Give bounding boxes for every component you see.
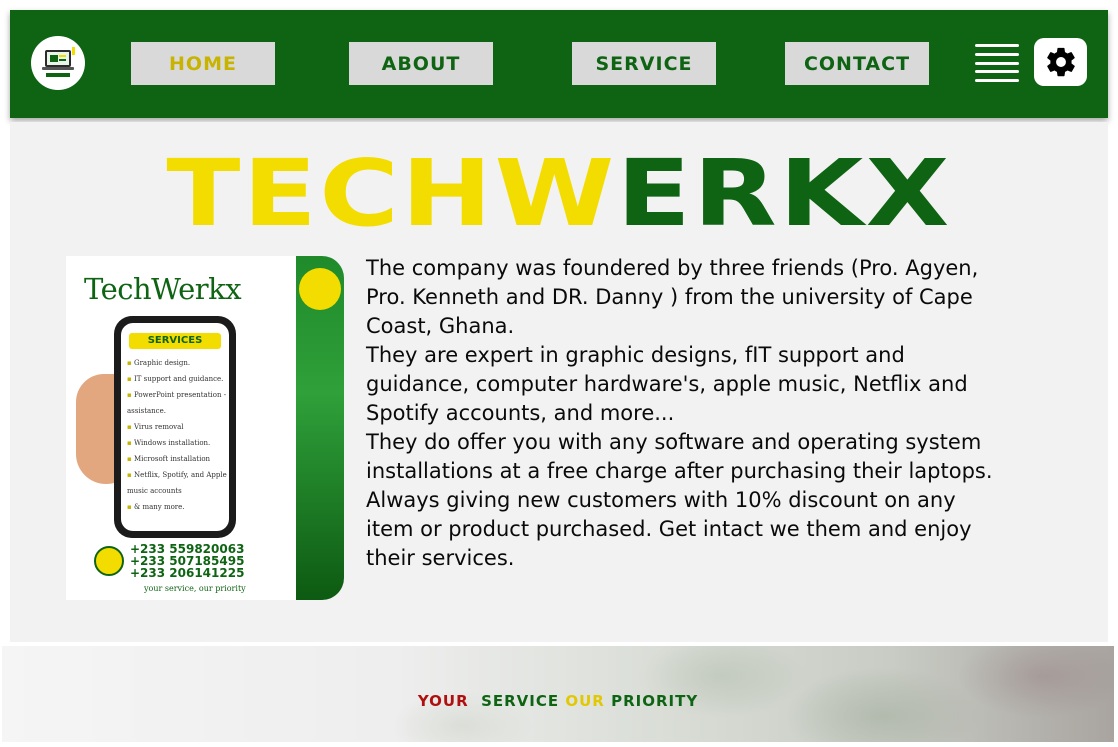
flyer-tagline: your service, our priority [144, 584, 246, 593]
gear-icon [1046, 47, 1075, 77]
hamburger-line [975, 52, 1019, 56]
flyer-badge-icon [299, 268, 341, 310]
slogan-word: YOUR [417, 692, 469, 710]
about-text: The company was foundered by three frien… [366, 254, 1006, 573]
hamburger-line [975, 79, 1019, 82]
hamburger-line [975, 70, 1019, 74]
hamburger-line [975, 44, 1019, 47]
settings-button[interactable] [1034, 38, 1087, 86]
service-item: Netflix, Spotify, and Apple music accoun… [127, 467, 229, 499]
service-item: Microsoft installation [127, 451, 229, 467]
phone-number: +233 206141225 [130, 566, 245, 580]
telephone-icon [94, 546, 124, 576]
about-paragraph: Always giving new customers with 10% dis… [366, 488, 972, 570]
about-paragraph: They do offer you with any software and … [366, 430, 993, 483]
brand-part: ERKX [616, 140, 952, 247]
brand-wordmark: TECHWERKX [0, 144, 1118, 244]
slogan-word: OUR [565, 692, 605, 710]
footer-slogan: YOUR SERVICE OUR PRIORITY [2, 692, 1114, 710]
hamburger-line [975, 61, 1019, 65]
services-heading: SERVICES [129, 333, 221, 349]
services-flyer-image: TechWerkx SERVICES Graphic design. IT su… [66, 256, 344, 600]
service-item: PowerPoint presentation - assistance. [127, 387, 229, 419]
phone-screen: SERVICES Graphic design. IT support and … [121, 323, 229, 531]
slogan-word: PRIORITY [611, 692, 699, 710]
about-paragraph: They are expert in graphic designs, fIT … [366, 343, 968, 425]
top-navbar: HOME ABOUT SERVICE CONTACT [10, 10, 1108, 118]
service-item: Virus removal [127, 419, 229, 435]
service-item: Windows installation. [127, 435, 229, 451]
brand-part: W [494, 140, 617, 247]
about-paragraph: The company was foundered by three frien… [366, 256, 979, 338]
service-item: & many more. [127, 499, 229, 515]
site-logo[interactable] [31, 36, 85, 90]
nav-home-button[interactable]: HOME [131, 42, 275, 85]
service-item: Graphic design. [127, 355, 229, 371]
slogan-word: SERVICE [481, 692, 560, 710]
phone-numbers: +233 559820063 +233 507185495 +233 20614… [130, 543, 244, 579]
services-list: Graphic design. IT support and guidance.… [127, 355, 229, 515]
phone-graphic: SERVICES Graphic design. IT support and … [114, 316, 236, 538]
laptop-logo-icon [42, 47, 75, 77]
footer-banner: YOUR SERVICE OUR PRIORITY [2, 646, 1114, 742]
main-content: TECHWERKX TechWerkx SERVICES Graphic des… [10, 122, 1108, 642]
brand-part: TECH [166, 140, 495, 247]
nav-about-button[interactable]: ABOUT [349, 42, 493, 85]
service-item: IT support and guidance. [127, 371, 229, 387]
flyer-title: TechWerkx [84, 272, 242, 306]
nav-service-button[interactable]: SERVICE [572, 42, 716, 85]
hamburger-icon[interactable] [975, 44, 1019, 82]
nav-contact-button[interactable]: CONTACT [785, 42, 929, 85]
